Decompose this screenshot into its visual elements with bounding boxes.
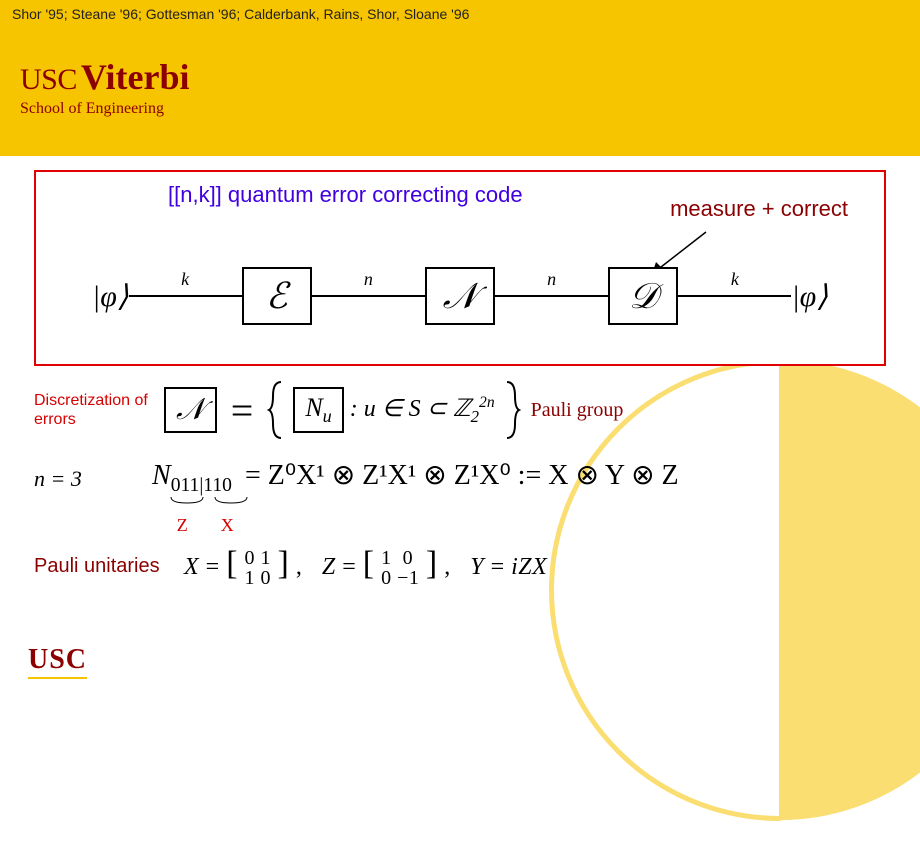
discretization-label: Discretization of errors xyxy=(34,391,164,429)
z-underlabel: Z xyxy=(177,515,188,536)
encoder-box: ℰ xyxy=(242,267,312,325)
citation-text: Shor '95; Steane '96; Gottesman '96; Cal… xyxy=(0,0,920,28)
underbrace-x-icon xyxy=(213,495,249,507)
pauli-row: Pauli unitaries X = [ 0 11 0 ] , Z = [ 1… xyxy=(34,545,886,588)
set-condition: : u ∈ S ⊂ ℤ22n xyxy=(350,394,495,427)
viterbi-main: Viterbi xyxy=(81,57,190,97)
n-equals-3: n = 3 xyxy=(34,458,152,492)
wire-1: k xyxy=(129,295,242,297)
pauli-unitaries-label: Pauli unitaries xyxy=(34,555,184,578)
ket-input: |φ⟩ xyxy=(92,279,129,314)
discretization-row: Discretization of errors 𝒩 = Nu : u ∈ S … xyxy=(34,380,886,440)
viterbi-logo: USC Viterbi School of Engineering xyxy=(20,56,190,118)
left-brace-icon xyxy=(267,380,287,440)
circuit-row: |φ⟩ k ℰ n 𝒩 n 𝒟 k |φ⟩ xyxy=(92,256,828,336)
wire-2: n xyxy=(312,295,425,297)
measure-correct-label: measure + correct xyxy=(670,196,848,222)
viterbi-usc: USC xyxy=(20,63,77,96)
pauli-group-label: Pauli group xyxy=(531,399,624,422)
usc-footer-logo: USC xyxy=(28,644,87,676)
pauli-matrices: X = [ 0 11 0 ] , Z = [ 1 00 −1 ] , Y = i… xyxy=(184,545,547,588)
Nu-boxed: Nu xyxy=(293,387,343,433)
wire-4: k xyxy=(678,295,791,297)
header-banner: Shor '95; Steane '96; Gottesman '96; Cal… xyxy=(0,0,920,156)
x-underlabel: X xyxy=(221,515,234,536)
underbrace-z-icon xyxy=(169,495,205,507)
noise-box: 𝒩 xyxy=(425,267,495,325)
wire-3: n xyxy=(495,295,608,297)
example-equation: N 011|110 Z X = Z⁰X¹ ⊗ Z¹X¹ ⊗ Z¹X⁰ := X … xyxy=(152,458,679,497)
ket-output: |φ⟩ xyxy=(791,279,828,314)
qecc-diagram-box: [[n,k]] quantum error correcting code me… xyxy=(34,170,886,366)
N-boxed: 𝒩 xyxy=(164,387,217,433)
decoder-box: 𝒟 xyxy=(608,267,678,325)
example-row: n = 3 N 011|110 Z X = Z⁰X¹ ⊗ Z¹X¹ ⊗ Z¹X⁰… xyxy=(34,458,886,497)
right-brace-icon xyxy=(501,380,521,440)
noise-set-equation: 𝒩 = Nu : u ∈ S ⊂ ℤ22n Pauli group xyxy=(164,380,886,440)
example-rhs: = Z⁰X¹ ⊗ Z¹X¹ ⊗ Z¹X⁰ := X ⊗ Y ⊗ Z xyxy=(245,460,679,491)
viterbi-sub: School of Engineering xyxy=(20,100,190,118)
